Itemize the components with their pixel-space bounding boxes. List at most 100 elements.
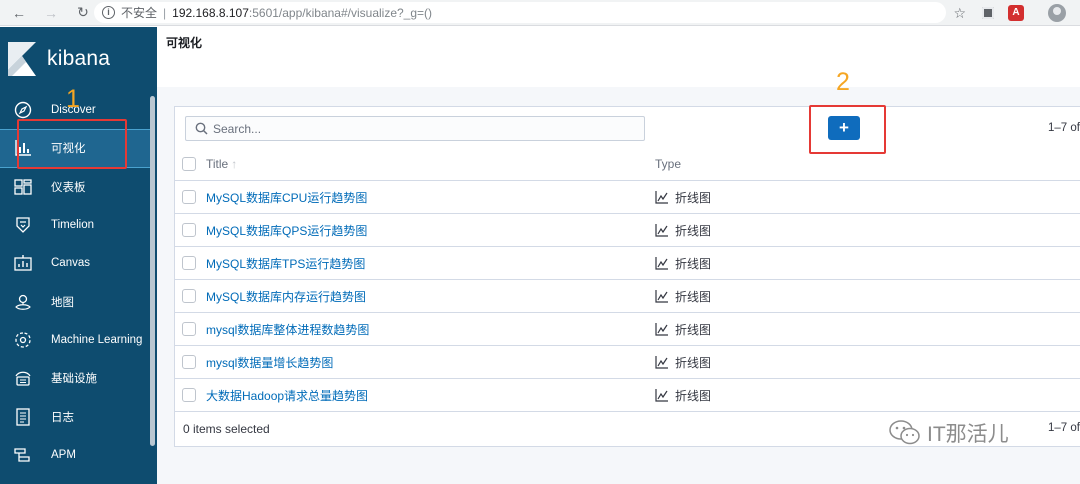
sidebar-item-label: 地图 [51,296,74,309]
sidebar-item-label: APM [51,448,76,461]
column-title[interactable]: Title ↑ [206,157,237,171]
profile-avatar-icon[interactable] [1048,4,1066,22]
visualization-link[interactable]: MySQL数据库QPS运行趋势图 [206,222,367,239]
row-checkbox[interactable] [182,190,196,204]
url-separator: | [163,5,167,20]
sidebar-item-label: Machine Learning [51,333,143,346]
row-checkbox[interactable] [182,322,196,336]
table-row: mysql数据库整体进程数趋势图 折线图 [175,313,1080,346]
visualization-link[interactable]: 大数据Hadoop请求总量趋势图 [206,387,368,404]
select-all-checkbox[interactable] [182,157,196,171]
line-chart-icon [655,290,668,303]
sidebar-item-label: Timelion [51,219,95,232]
type-label: 折线图 [675,388,712,403]
row-checkbox[interactable] [182,289,196,303]
line-chart-icon [655,224,668,237]
bookmark-star-icon[interactable]: ☆ [953,5,966,22]
machine-learning-icon [12,329,34,351]
search-input[interactable]: Search... [185,116,645,141]
row-checkbox[interactable] [182,355,196,369]
visualization-type: 折线图 [655,288,711,305]
row-checkbox[interactable] [182,256,196,270]
column-type: Type [655,157,682,171]
table-row: mysql数据量增长趋势图 折线图 [175,346,1080,379]
type-label: 折线图 [675,355,712,370]
column-title-label: Title [206,157,229,171]
line-chart-icon [655,356,668,369]
row-checkbox[interactable] [182,388,196,402]
pagination-summary: 1–7 of [1048,122,1080,134]
info-icon[interactable]: i [102,6,115,19]
sidebar-item-maps[interactable]: 地图 [0,282,150,320]
table-row: MySQL数据库CPU运行趋势图 折线图 [175,181,1080,214]
security-label: 不安全 [121,6,158,20]
annotation-number-2: 2 [836,68,850,96]
visualization-link[interactable]: MySQL数据库TPS运行趋势图 [206,255,365,272]
dashboard-icon [12,176,34,198]
selection-status: 0 items selected [183,422,270,436]
address-bar[interactable]: i 不安全 | 192.168.8.107:5601/app/kibana#/v… [94,2,946,23]
visualization-link[interactable]: mysql数据量增长趋势图 [206,354,333,371]
search-icon [195,122,208,135]
extension-icon[interactable] [980,5,996,21]
sidebar-item-machine-learning[interactable]: Machine Learning [0,321,150,359]
line-chart-icon [655,191,668,204]
table-row: MySQL数据库TPS运行趋势图 折线图 [175,247,1080,280]
logs-icon [12,406,34,428]
watermark-text: IT那活儿 [927,423,1009,446]
visualization-type: 折线图 [655,354,711,371]
sidebar-item-label: Canvas [51,257,90,270]
sidebar-item-infrastructure[interactable]: 基础设施 [0,359,150,397]
annotation-number-1: 1 [66,85,80,113]
type-label: 折线图 [675,322,712,337]
annotation-highlight-1 [17,119,127,169]
visualization-type: 折线图 [655,321,711,338]
watermark: IT那活儿 [889,418,1009,448]
compass-icon [12,99,34,121]
sidebar-item-canvas[interactable]: Canvas [0,244,150,282]
pdf-extension-icon[interactable]: A [1008,5,1024,21]
visualization-type: 折线图 [655,387,711,404]
visualization-link[interactable]: MySQL数据库内存运行趋势图 [206,288,366,305]
visualization-type: 折线图 [655,255,711,272]
sidebar-item-timelion[interactable]: Timelion [0,206,150,244]
type-label: 折线图 [675,223,712,238]
page-title: 可视化 [166,36,203,50]
browser-toolbar: ← → ↻ i 不安全 | 192.168.8.107:5601/app/kib… [0,0,1080,26]
kibana-logo[interactable]: kibana [8,42,110,76]
search-placeholder: Search... [213,121,262,136]
main-content: 可视化 Search... + 1–7 of Title ↑ Type MySQL… [157,27,1080,484]
timelion-icon [12,214,34,236]
sidebar-item-label: 基础设施 [51,373,97,386]
table-row: 大数据Hadoop请求总量趋势图 折线图 [175,379,1080,412]
reload-icon[interactable]: ↻ [72,2,94,24]
forward-arrow-icon[interactable]: → [40,2,62,24]
table-row: MySQL数据库QPS运行趋势图 折线图 [175,214,1080,247]
table-header: Title ↑ Type [175,148,1080,181]
table-row: MySQL数据库内存运行趋势图 折线图 [175,280,1080,313]
visualization-link[interactable]: mysql数据库整体进程数趋势图 [206,321,369,338]
type-label: 折线图 [675,289,712,304]
logo-text: kibana [47,47,111,70]
type-label: 折线图 [675,256,712,271]
type-label: 折线图 [675,190,712,205]
sidebar-item-label: 仪表板 [51,181,86,194]
row-checkbox[interactable] [182,223,196,237]
kibana-logo-icon [8,42,36,76]
visualizations-panel: Search... + 1–7 of Title ↑ Type MySQL数据库C… [174,106,1080,447]
visualization-type: 折线图 [655,189,711,206]
line-chart-icon [655,389,668,402]
visualization-type: 折线图 [655,222,711,239]
url-host: 192.168.8.107 [172,5,249,20]
canvas-icon [12,252,34,274]
sidebar-scrollbar[interactable] [150,96,155,446]
annotation-highlight-2 [809,105,886,154]
visualization-link[interactable]: MySQL数据库CPU运行趋势图 [206,189,367,206]
footer-pagination: 1–7 of [1048,422,1080,434]
sidebar-item-logs[interactable]: 日志 [0,397,150,435]
line-chart-icon [655,257,668,270]
sidebar-item-dashboard[interactable]: 仪表板 [0,168,150,206]
maps-icon [12,291,34,313]
sidebar-item-apm[interactable]: APM [0,436,150,474]
back-arrow-icon[interactable]: ← [8,2,30,24]
